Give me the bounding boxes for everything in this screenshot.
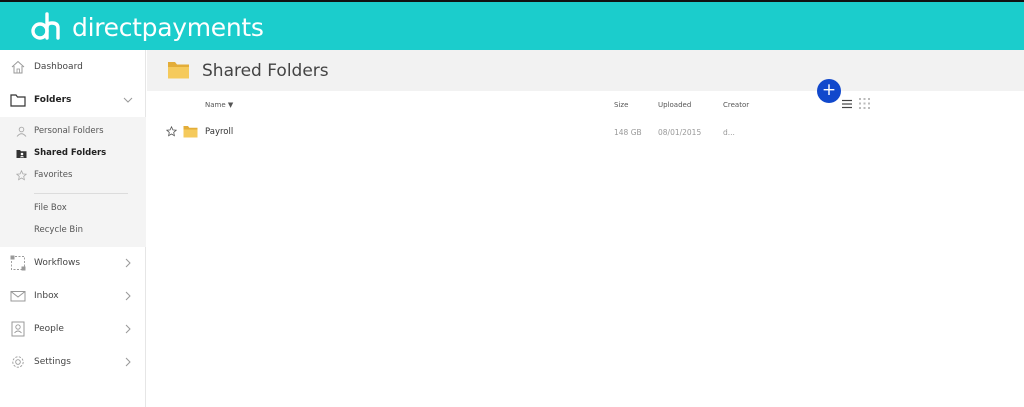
page-title: Shared Folders — [202, 61, 329, 81]
logo-mark-icon — [31, 12, 60, 40]
sidebar-subitem-favorites[interactable]: Favorites — [0, 165, 146, 185]
top-bar: directpayments — [0, 0, 1024, 50]
chevron-right-icon[interactable] — [123, 324, 133, 334]
list-view-icon[interactable] — [841, 98, 853, 110]
sidebar-subitem-file-box[interactable]: File Box — [0, 198, 146, 218]
person-card-icon — [11, 321, 25, 336]
main-content: Shared Folders + Name ▼ Size Uploaded Cr… — [147, 50, 1024, 407]
sidebar-item-settings[interactable]: Settings — [0, 345, 146, 378]
sidebar-item-folders[interactable]: Folders — [0, 83, 146, 116]
add-button[interactable]: + — [817, 79, 841, 103]
folder-icon — [168, 62, 189, 79]
file-size: 148 GB — [614, 128, 642, 137]
column-header-name[interactable]: Name ▼ — [205, 101, 233, 109]
star-icon[interactable] — [166, 126, 177, 137]
sidebar-item-workflows[interactable]: Workflows — [0, 246, 146, 279]
mail-icon — [10, 290, 26, 301]
chevron-right-icon[interactable] — [123, 258, 133, 268]
sidebar-item-label: Folders — [34, 94, 72, 105]
file-name[interactable]: Payroll — [205, 127, 233, 137]
sidebar-subitem-shared-folders[interactable]: Shared Folders — [0, 143, 146, 163]
sidebar-subitem-label: Shared Folders — [34, 148, 107, 158]
column-header-uploaded[interactable]: Uploaded — [658, 101, 691, 109]
chevron-down-icon[interactable] — [123, 95, 133, 105]
shared-folder-icon — [16, 149, 27, 158]
brand-name: directpayments — [72, 12, 264, 42]
grid-view-icon[interactable] — [859, 98, 870, 109]
sidebar-item-people[interactable]: People — [0, 312, 146, 345]
sidebar: Dashboard Folders Personal Folders Share… — [0, 50, 146, 407]
sidebar-item-label: Inbox — [34, 290, 59, 301]
sidebar-subitem-label: Personal Folders — [34, 126, 104, 136]
gear-icon — [12, 355, 24, 368]
sidebar-item-label: Workflows — [34, 257, 81, 268]
sidebar-subitem-label: Recycle Bin — [34, 225, 84, 235]
workflow-icon — [10, 255, 26, 270]
sidebar-item-label: Settings — [34, 356, 71, 367]
page-header: Shared Folders — [147, 50, 1024, 91]
home-icon — [11, 60, 25, 73]
folders-submenu: Personal Folders Shared Folders Favorite… — [0, 117, 146, 247]
sidebar-subitem-personal-folders[interactable]: Personal Folders — [0, 121, 146, 141]
sidebar-item-label: Dashboard — [34, 61, 83, 72]
sidebar-subitem-label: Favorites — [34, 170, 73, 180]
person-icon — [16, 126, 27, 137]
chevron-right-icon[interactable] — [123, 357, 133, 367]
file-creator: d... — [723, 128, 735, 137]
brand-logo[interactable]: directpayments — [30, 11, 264, 43]
column-header-size[interactable]: Size — [614, 101, 628, 109]
chevron-right-icon[interactable] — [123, 291, 133, 301]
sidebar-subitem-label: File Box — [34, 203, 67, 213]
submenu-divider — [34, 193, 128, 194]
table-row[interactable]: Payroll 148 GB 08/01/2015 d... — [147, 122, 847, 142]
sidebar-item-label: People — [34, 323, 64, 334]
sidebar-item-inbox[interactable]: Inbox — [0, 279, 146, 312]
folder-icon — [183, 126, 198, 138]
file-uploaded-date: 08/01/2015 — [658, 128, 702, 137]
column-header-creator[interactable]: Creator — [723, 101, 749, 109]
folder-icon — [10, 93, 26, 107]
sidebar-subitem-recycle-bin[interactable]: Recycle Bin — [0, 220, 146, 240]
sidebar-item-dashboard[interactable]: Dashboard — [0, 50, 146, 83]
star-icon — [16, 169, 27, 181]
